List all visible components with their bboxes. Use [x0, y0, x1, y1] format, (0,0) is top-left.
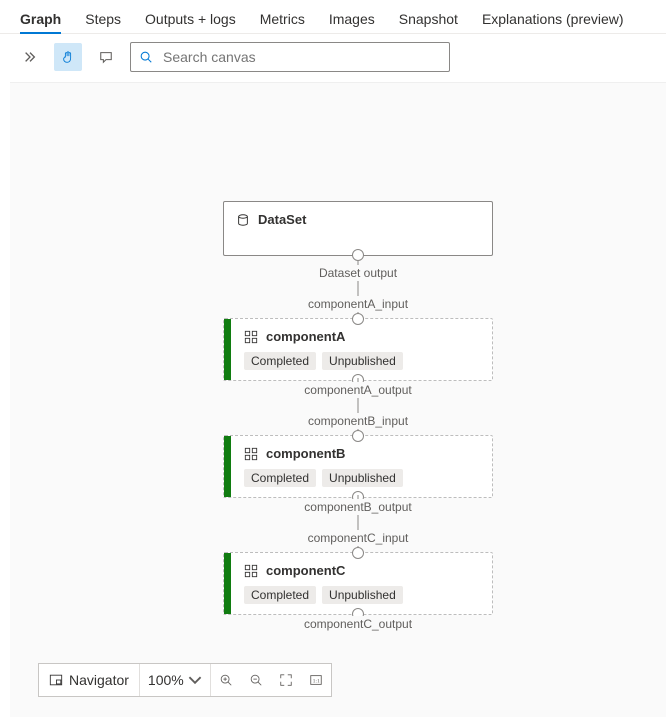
tab-explanations[interactable]: Explanations (preview) [482, 11, 624, 33]
publish-badge: Unpublished [322, 352, 403, 370]
navigator-icon [49, 673, 63, 687]
node-title: componentC [266, 563, 345, 578]
navigator-toggle[interactable]: Navigator [39, 664, 140, 696]
search-icon [139, 50, 153, 64]
port-label-out: componentB_output [298, 499, 417, 515]
port-in[interactable] [352, 313, 364, 325]
port-label-out: Dataset output [313, 265, 403, 281]
navigator-bar: Navigator 100% [38, 663, 332, 697]
pan-tool-button[interactable] [54, 43, 82, 71]
chevrons-right-icon [23, 50, 37, 64]
tab-snapshot[interactable]: Snapshot [399, 11, 458, 33]
tabs-bar: Graph Steps Outputs + logs Metrics Image… [0, 0, 666, 34]
canvas-toolbar [0, 34, 666, 80]
graph-canvas[interactable]: DataSet Dataset output componentA_input [10, 82, 666, 717]
node-component-b[interactable]: componentB Completed Unpublished [223, 435, 493, 498]
tab-images[interactable]: Images [329, 11, 375, 33]
node-title: componentA [266, 329, 345, 344]
fit-screen-button[interactable] [271, 664, 301, 696]
one-to-one-icon: 1:1 [309, 673, 323, 687]
publish-badge: Unpublished [322, 586, 403, 604]
port-label-in: componentC_input [302, 530, 415, 546]
port-label-in: componentB_input [302, 413, 414, 429]
svg-text:1:1: 1:1 [312, 679, 319, 685]
zoom-out-icon [249, 673, 263, 687]
zoom-in-icon [219, 673, 233, 687]
status-badge: Completed [244, 352, 316, 370]
zoom-level[interactable]: 100% [140, 664, 211, 696]
port-in[interactable] [352, 430, 364, 442]
actual-size-button[interactable]: 1:1 [301, 664, 331, 696]
component-icon [244, 447, 258, 461]
comment-tool-button[interactable] [92, 43, 120, 71]
comment-icon [99, 50, 113, 64]
chevron-down-icon [188, 673, 202, 687]
port-out[interactable] [352, 249, 364, 261]
node-title: DataSet [258, 212, 306, 227]
port-label-out: componentA_output [298, 382, 417, 398]
node-dataset[interactable]: DataSet [223, 201, 493, 256]
search-input[interactable] [161, 48, 441, 66]
zoom-value: 100% [148, 672, 184, 688]
component-icon [244, 564, 258, 578]
navigator-label: Navigator [69, 672, 129, 688]
tab-metrics[interactable]: Metrics [260, 11, 305, 33]
fit-screen-icon [279, 673, 293, 687]
tab-outputs-logs[interactable]: Outputs + logs [145, 11, 236, 33]
status-badge: Completed [244, 469, 316, 487]
zoom-in-button[interactable] [211, 664, 241, 696]
port-in[interactable] [352, 547, 364, 559]
port-label-in: componentA_input [302, 296, 414, 312]
tab-steps[interactable]: Steps [85, 11, 121, 33]
status-badge: Completed [244, 586, 316, 604]
search-canvas[interactable] [130, 42, 450, 72]
zoom-out-button[interactable] [241, 664, 271, 696]
node-component-c[interactable]: componentC Completed Unpublished [223, 552, 493, 615]
hand-icon [61, 50, 75, 64]
port-label-out: componentC_output [298, 616, 418, 632]
component-icon [244, 330, 258, 344]
node-component-a[interactable]: componentA Completed Unpublished [223, 318, 493, 381]
node-title: componentB [266, 446, 345, 461]
publish-badge: Unpublished [322, 469, 403, 487]
tab-graph[interactable]: Graph [20, 11, 61, 33]
database-icon [236, 213, 250, 227]
expand-toolbar-button[interactable] [16, 43, 44, 71]
